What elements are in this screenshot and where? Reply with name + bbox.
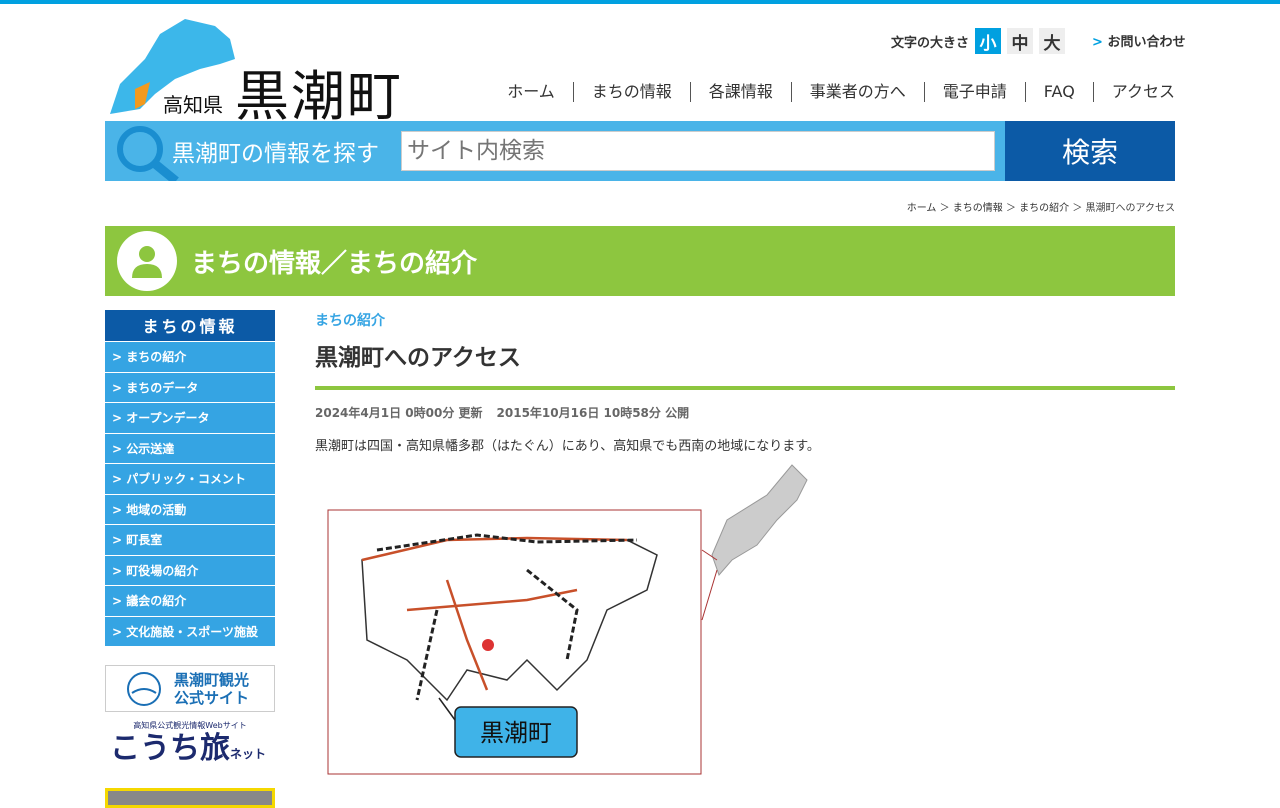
breadcrumb: ホーム ＞ まちの情報 ＞ まちの紹介 ＞ 黒潮町へのアクセス <box>906 203 1176 214</box>
nav-town-info[interactable]: まちの情報 <box>572 82 690 102</box>
magnifier-icon <box>117 126 179 181</box>
sidebar-item-intro[interactable]: > まちの紹介 <box>105 341 275 372</box>
kochi-tabi-banner[interactable]: 高知県公式観光情報Webサイト こうち旅ネット <box>105 720 275 778</box>
tourism-banner-text: 黒潮町観光 公式サイト <box>174 670 250 707</box>
updated-date: 2024年4月1日 0時00分 更新 <box>315 406 483 420</box>
sidebar-item-community[interactable]: > 地域の活動 <box>105 493 275 524</box>
font-size-medium[interactable]: 中 <box>1007 28 1034 54</box>
article-body: 黒潮町は四国・高知県幡多郡（はたぐん）にあり、高知県でも西南の地域になります。 <box>315 439 820 454</box>
nav-business[interactable]: 事業者の方へ <box>790 82 924 102</box>
font-size-large[interactable]: 大 <box>1039 28 1066 54</box>
nav-departments[interactable]: 各課情報 <box>689 82 791 102</box>
section-title: まちの情報／まちの紹介 <box>191 248 478 279</box>
tourism-banner[interactable]: 黒潮町観光 公式サイト <box>105 665 275 712</box>
kochi-tabi-main: こうち旅ネット <box>110 731 267 766</box>
font-size-small[interactable]: 小 <box>975 28 1002 54</box>
breadcrumb-intro[interactable]: まちの紹介 <box>1019 203 1069 214</box>
article-title: 黒潮町へのアクセス <box>315 338 1175 390</box>
search-label: 黒潮町の情報を探す <box>172 141 379 167</box>
nav-faq[interactable]: FAQ <box>1024 82 1093 102</box>
sidebar-title: まちの情報 <box>105 310 275 341</box>
kochi-tabi-sub: 高知県公式観光情報Webサイト <box>133 721 247 730</box>
site-logo[interactable]: 高知県 黒潮町 <box>105 14 415 128</box>
person-icon <box>117 231 177 291</box>
contact-link[interactable]: > お問い合わせ <box>1092 31 1185 50</box>
sidebar-item-public-notice[interactable]: > 公示送達 <box>105 432 275 463</box>
access-map: 黒潮町 <box>327 460 817 784</box>
article-category: まちの紹介 <box>315 313 385 329</box>
breadcrumb-town-info[interactable]: まちの情報 <box>953 203 1003 214</box>
search-button[interactable]: 検索 <box>1005 121 1175 181</box>
sidebar-item-mayor[interactable]: > 町長室 <box>105 524 275 555</box>
logo-pref: 高知県 <box>163 93 223 117</box>
sidebar-item-town-hall[interactable]: > 町役場の紹介 <box>105 554 275 585</box>
breadcrumb-home[interactable]: ホーム <box>907 203 937 214</box>
kuroshio-logo-icon <box>127 671 161 706</box>
map-label: 黒潮町 <box>480 719 552 747</box>
font-size-switcher: 文字の大きさ 小 中 大 <box>891 28 1066 54</box>
nav-home[interactable]: ホーム <box>489 82 573 102</box>
sidebar-item-public-comment[interactable]: > パブリック・コメント <box>105 463 275 494</box>
information-banner[interactable] <box>105 788 275 808</box>
search-input[interactable] <box>401 131 995 171</box>
breadcrumb-current: 黒潮町へのアクセス <box>1085 203 1176 214</box>
published-date: 2015年10月16日 10時58分 公開 <box>496 406 690 420</box>
sidebar-item-data[interactable]: > まちのデータ <box>105 371 275 402</box>
sidebar-item-council[interactable]: > 議会の紹介 <box>105 585 275 616</box>
article: まちの紹介 黒潮町へのアクセス 2024年4月1日 0時00分 更新 2015年1… <box>315 310 1175 775</box>
nav-e-application[interactable]: 電子申請 <box>923 82 1025 102</box>
logo-town: 黒潮町 <box>235 65 403 128</box>
chevron-right-icon: > <box>1092 35 1103 50</box>
global-nav: ホーム まちの情報 各課情報 事業者の方へ 電子申請 FAQ アクセス <box>489 82 1175 102</box>
nav-access[interactable]: アクセス <box>1092 82 1175 102</box>
font-size-label: 文字の大きさ <box>891 35 970 51</box>
sidebar-item-facilities[interactable]: > 文化施設・スポーツ施設 <box>105 615 275 646</box>
section-band: まちの情報／まちの紹介 <box>105 226 1175 296</box>
search-bar: 黒潮町の情報を探す 検索 <box>105 121 1175 181</box>
contact-label: お問い合わせ <box>1107 35 1186 50</box>
article-dates: 2024年4月1日 0時00分 更新 2015年10月16日 10時58分 公開 <box>315 404 1175 421</box>
sidebar: まちの情報 > まちの紹介 > まちのデータ > オープンデータ > 公示送達 … <box>105 310 275 646</box>
sidebar-item-open-data[interactable]: > オープンデータ <box>105 402 275 433</box>
